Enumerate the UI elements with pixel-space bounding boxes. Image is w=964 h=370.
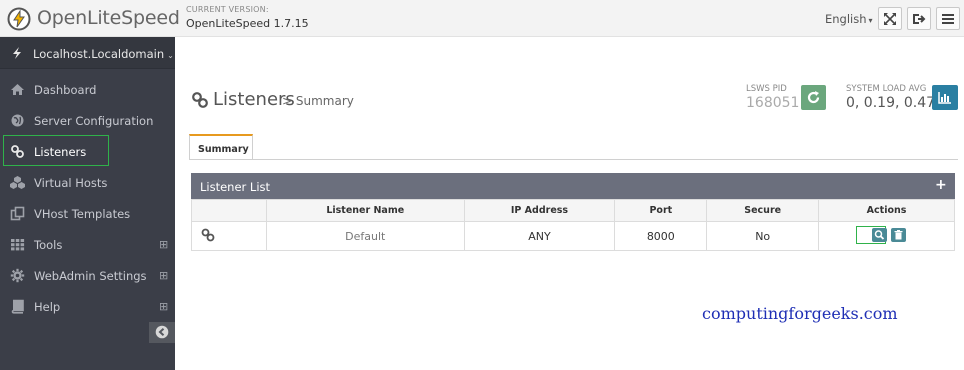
sidebar-item-label: Server Configuration [34,114,154,128]
listener-table: Listener Name IP Address Port Secure Act… [191,199,955,251]
chevron-down-icon: ⌄ [167,51,174,60]
clone-icon [10,206,25,221]
listener-list-header: Listener List + [191,173,955,199]
cubes-icon [10,176,25,189]
actions-cell [818,221,955,251]
menu-icon [942,14,954,24]
sidebar-item-server-configuration[interactable]: Server Configuration [0,105,175,136]
tab-label: Summary [198,144,249,155]
version-label: CURRENT VERSION: [186,5,269,14]
tab-summary[interactable]: Summary [189,134,253,160]
arrow-left-circle-icon [155,325,169,339]
listeners-highlight-box [3,135,109,166]
home-icon [11,84,24,95]
app-logo-text: OpenLiteSpeed [37,7,180,29]
logout-button[interactable] [907,7,931,30]
actions-group [855,225,918,244]
expand-icon[interactable]: ⊞ [159,300,168,313]
pid-value: 168051 [746,95,800,111]
globe-icon [11,114,24,127]
lightning-icon [13,47,21,59]
expand-icon[interactable]: ⊞ [159,238,168,251]
real-time-stats-button[interactable] [932,85,958,110]
menu-button[interactable] [936,7,960,30]
book-icon [11,299,24,314]
fullscreen-icon [884,13,896,25]
port-cell: 8000 [614,221,708,251]
link-icon [192,92,208,108]
system-load-value: 0, 0.19, 0.47 [846,95,936,111]
sidebar-item-label: Help [34,300,61,314]
sidebar-item-label: Dashboard [34,83,97,97]
grid-icon [11,239,25,251]
expand-icon[interactable]: ⊞ [159,269,168,282]
sidebar-item-vhost-templates[interactable]: VHost Templates [0,198,175,229]
sidebar-item-label: VHost Templates [34,207,131,221]
top-header: OpenLiteSpeed CURRENT VERSION: OpenLiteS… [0,0,964,37]
sidebar-item-virtual-hosts[interactable]: Virtual Hosts [0,167,175,198]
sidebar-item-dashboard[interactable]: Dashboard [0,74,175,105]
breadcrumb: > Summary [282,94,354,108]
pid-label: LSWS PID [746,84,787,94]
gear-icon [10,268,25,283]
system-load-label: SYSTEM LOAD AVG [846,84,927,94]
link-icon [201,228,215,241]
column-header-name: Listener Name [265,199,465,222]
version-value: OpenLiteSpeed 1.7.15 [186,17,309,30]
sidebar: Localhost.Localdomain ⌄ Dashboard Server … [0,37,175,370]
language-label: English [825,12,867,26]
ip-address-cell: ANY [463,221,616,251]
zoom-icon [874,229,884,240]
reload-icon [807,91,820,104]
tab-divider [189,159,958,160]
sidebar-item-help[interactable]: Help ⊞ [0,291,175,322]
language-selector[interactable]: English ▾ [825,12,873,26]
host-selector[interactable]: Localhost.Localdomain ⌄ [0,37,175,69]
sidebar-item-label: WebAdmin Settings [34,269,147,283]
table-row[interactable]: Default ANY 8000 No [191,221,955,251]
column-header-secure: Secure [706,199,820,222]
column-header-icon [191,199,267,222]
secure-cell: No [706,221,820,251]
table-header-row: Listener Name IP Address Port Secure Act… [191,199,955,222]
host-name: Localhost.Localdomain [33,47,165,61]
trash-icon [894,229,903,239]
listener-name-cell[interactable]: Default [265,221,465,251]
graceful-restart-button[interactable] [801,85,826,110]
add-listener-icon[interactable]: + [935,177,947,193]
logout-icon [913,14,926,24]
sidebar-item-label: Tools [34,238,63,252]
delete-button[interactable] [890,227,906,242]
column-header-actions: Actions [818,199,955,222]
row-icon-cell [191,221,267,251]
sidebar-item-label: Virtual Hosts [34,176,108,190]
panel-title: Listener List [200,180,271,194]
watermark-text: computingforgeeks.com [702,304,898,323]
fullscreen-button[interactable] [878,7,902,30]
column-header-port: Port [614,199,708,222]
column-header-ip: IP Address [463,199,616,222]
collapse-sidebar-button[interactable] [149,322,175,343]
chevron-down-icon: ▾ [868,16,873,25]
sidebar-item-tools[interactable]: Tools ⊞ [0,229,175,260]
view-button[interactable] [871,227,887,242]
bar-chart-icon [938,92,951,104]
sidebar-item-webadmin-settings[interactable]: WebAdmin Settings ⊞ [0,260,175,291]
lightning-logo-icon [7,7,31,31]
